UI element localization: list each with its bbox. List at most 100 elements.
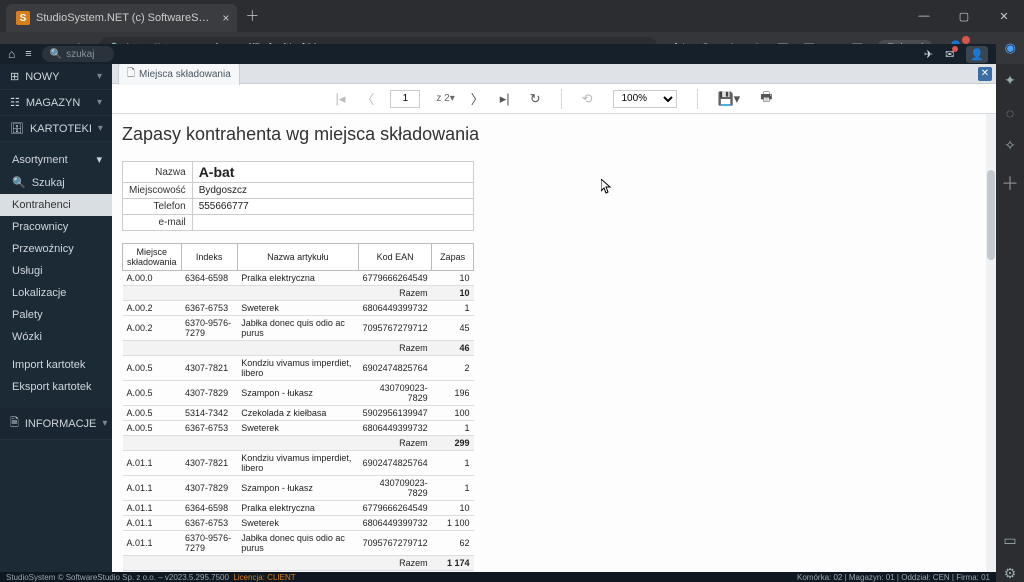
status-bar: StudioSystem © SoftwareStudio Sp. z o.o.… [0, 572, 996, 582]
close-tab-icon[interactable]: × [222, 11, 229, 25]
sidebar-add-icon[interactable]: ＋ [1001, 170, 1019, 196]
sidebar-eksport[interactable]: Eksport kartotek [0, 376, 112, 398]
tab-title: StudioSystem.NET (c) SoftwareS… [36, 12, 209, 24]
report-title: Zapasy kontrahenta wg miejsca składowani… [122, 124, 986, 145]
save-icon[interactable]: 💾▾ [718, 91, 741, 107]
sidebar-hide-icon[interactable]: ⚙ [1004, 565, 1017, 582]
zoom-select[interactable]: 100% [613, 90, 677, 108]
hdr-miejsc-lbl: Miejscowość [123, 183, 193, 199]
cell-idx: 6370-9576-7279 [181, 316, 237, 341]
table-row: A.00.26370-9576-7279Jabłka donec quis od… [123, 316, 474, 341]
sum-label: Razem [123, 286, 432, 301]
sidebar: ⊞ NOWY ▾ ☷ MAGAZYN ▾ 🗄 KARTOTEKI ▾ Asort… [0, 64, 112, 572]
cell-idx: 4307-7821 [181, 356, 237, 381]
report-data-table: Miejsce składowania Indeks Nazwa artykuł… [122, 243, 474, 572]
print-icon[interactable]: 🖶 [760, 88, 772, 110]
doc-icon: 🗋 [127, 66, 135, 83]
window-close[interactable]: ✕ [984, 0, 1024, 32]
sidebar-kartoteki[interactable]: 🗄 KARTOTEKI ▾ [0, 116, 112, 142]
sidebar-item[interactable]: Kontrahenci [0, 194, 112, 216]
doc-tab[interactable]: 🗋 Miejsca składowania [118, 64, 240, 85]
cell-zapas: 1 [432, 451, 474, 476]
label: INFORMACJE [25, 418, 97, 430]
col-kod: Kod EAN [359, 244, 432, 271]
chevron-icon: ▾ [97, 71, 102, 82]
sidebar-item[interactable]: Usługi [0, 260, 112, 282]
cell-zapas: 1 [432, 301, 474, 316]
table-row: A.00.54307-7821Kondziu vivamus imperdiet… [123, 356, 474, 381]
sidebar-magazyn[interactable]: ☷ MAGAZYN ▾ [0, 90, 112, 116]
prev-page-icon[interactable]: 〈 [361, 89, 374, 108]
browser-tab[interactable]: S StudioSystem.NET (c) SoftwareS… × [6, 4, 237, 32]
table-row: A.00.26367-6753Sweterek68064493997321 [123, 301, 474, 316]
new-tab-button[interactable]: ＋ [245, 6, 259, 26]
sidebar-tool2-icon[interactable]: ◌ [1006, 105, 1014, 121]
sidebar-item[interactable]: Palety [0, 304, 112, 326]
scrollbar-thumb[interactable] [987, 170, 995, 260]
window-maximize[interactable]: ▢ [944, 0, 984, 32]
chevron-icon: ▾ [102, 418, 107, 429]
doc-tab-close[interactable]: ✕ [978, 67, 992, 81]
chevron-icon: ▾ [98, 123, 103, 134]
drawer-icon: 🗄 [10, 122, 24, 135]
cell-nazwa: Sweterek [237, 516, 358, 531]
plane-icon[interactable]: ✈ [924, 48, 933, 61]
sidebar-kartoteki-label: KARTOTEKI [30, 123, 92, 135]
last-page-icon[interactable]: ▸| [500, 91, 510, 107]
cell-kod: 7095767279712 [359, 531, 432, 556]
sidebar-item[interactable]: Wózki [0, 326, 112, 348]
chevron-icon: ▾ [97, 97, 102, 108]
cell-ms: A.00.5 [123, 406, 182, 421]
cell-kod: 6779666264549 [359, 501, 432, 516]
table-row: A.01.14307-7821Kondziu vivamus imperdiet… [123, 451, 474, 476]
cell-nazwa: Kondziu vivamus imperdiet, libero [237, 451, 358, 476]
sidebar-informacje[interactable]: 🗎 INFORMACJE ▾ [0, 408, 112, 440]
cell-ms: A.01.1 [123, 451, 182, 476]
copilot-icon[interactable]: ◉ [1005, 40, 1016, 56]
sidebar-item[interactable]: Lokalizacje [0, 282, 112, 304]
cell-nazwa: Pralka elektryczna [237, 271, 358, 286]
window-minimize[interactable]: — [904, 0, 944, 32]
sum-label: Razem [123, 341, 432, 356]
sidebar-asortyment[interactable]: Asortyment ▾ [0, 148, 112, 171]
sidebar-tool1-icon[interactable]: ✦ [1004, 72, 1016, 89]
first-page-icon[interactable]: |◂ [335, 91, 345, 107]
table-row: A.00.55314-7342Czekolada z kiełbasa59029… [123, 406, 474, 421]
sidebar-nowy[interactable]: ⊞ NOWY ▾ [0, 64, 112, 90]
sidebar-import[interactable]: Import kartotek [0, 354, 112, 376]
cell-kod: 6902474825764 [359, 356, 432, 381]
hdr-email-lbl: e-mail [123, 215, 193, 231]
cell-zapas: 1 [432, 476, 474, 501]
sidebar-item[interactable]: Pracownicy [0, 216, 112, 238]
vertical-scrollbar[interactable] [986, 114, 996, 572]
page-input[interactable] [390, 90, 420, 108]
cell-idx: 6370-9576-7279 [181, 531, 237, 556]
cell-nazwa: Sweterek [237, 301, 358, 316]
sum-value: 46 [432, 341, 474, 356]
doc-tab-row: 🗋 Miejsca składowania ✕ [112, 64, 996, 84]
sidebar-tool3-icon[interactable]: ✧ [1004, 137, 1016, 154]
cell-nazwa: Szampon - łukasz [237, 381, 358, 406]
sidebar-settings-icon[interactable]: ▭ [1003, 532, 1016, 549]
refresh-icon[interactable]: ↻ [530, 91, 541, 107]
hamburger-icon[interactable]: ≡ [25, 48, 31, 60]
sidebar-szukaj[interactable]: 🔍 Szukaj [0, 171, 112, 194]
page-count: z 2▾ [436, 93, 454, 104]
mail-icon[interactable]: ✉ [945, 48, 954, 61]
sidebar-magazyn-label: MAGAZYN [26, 97, 80, 109]
cell-kod: 430709023-7829 [359, 381, 432, 406]
cell-idx: 4307-7829 [181, 476, 237, 501]
cell-idx: 6364-6598 [181, 271, 237, 286]
sidebar-item[interactable]: Przewoźnicy [0, 238, 112, 260]
sum-value: 1 174 [432, 556, 474, 571]
search-input[interactable]: 🔍 szukaj [42, 46, 114, 62]
cell-kod: 7095767279712 [359, 316, 432, 341]
back-icon[interactable]: ⟲ [582, 91, 593, 107]
cell-nazwa: Szampon - łukasz [237, 476, 358, 501]
user-icon[interactable]: 👤 [966, 46, 988, 63]
sum-value: 10 [432, 286, 474, 301]
next-page-icon[interactable]: 〉 [471, 89, 484, 108]
cell-idx: 6367-6753 [181, 301, 237, 316]
home-icon[interactable]: ⌂ [8, 47, 15, 61]
cell-zapas: 62 [432, 531, 474, 556]
